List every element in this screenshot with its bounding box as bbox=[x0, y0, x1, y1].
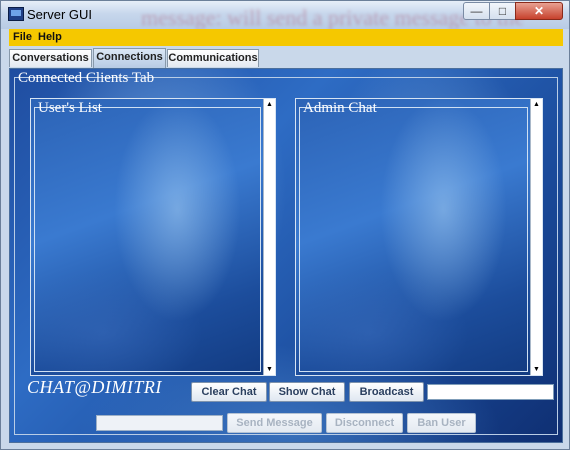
users-list-title: User's List bbox=[38, 100, 102, 116]
close-icon[interactable]: ✕ bbox=[515, 2, 563, 20]
broadcast-input[interactable] bbox=[427, 384, 554, 400]
menu-file[interactable]: File bbox=[13, 31, 32, 43]
scroll-down-icon[interactable]: ▼ bbox=[531, 364, 542, 375]
disconnect-button[interactable]: Disconnect bbox=[326, 413, 403, 433]
tab-communications[interactable]: Communications bbox=[167, 49, 259, 67]
app-monitor-icon bbox=[8, 7, 24, 21]
connections-panel: Connected Clients Tab User's List ▲ ▼ Ad… bbox=[9, 68, 563, 443]
message-input[interactable] bbox=[96, 415, 223, 431]
window-title: Server GUI bbox=[27, 7, 93, 22]
title-bar[interactable]: message: will send a private message to … bbox=[1, 1, 569, 30]
menu-help[interactable]: Help bbox=[38, 31, 62, 43]
tab-conversations[interactable]: Conversations bbox=[9, 49, 92, 67]
clear-chat-button[interactable]: Clear Chat bbox=[191, 382, 267, 402]
scroll-up-icon[interactable]: ▲ bbox=[264, 99, 275, 110]
scroll-up-icon[interactable]: ▲ bbox=[531, 99, 542, 110]
users-list-scrollbar[interactable]: ▲ ▼ bbox=[263, 99, 275, 375]
admin-chat-scrollbar[interactable]: ▲ ▼ bbox=[530, 99, 542, 375]
show-chat-button[interactable]: Show Chat bbox=[269, 382, 345, 402]
ban-user-button[interactable]: Ban User bbox=[407, 413, 476, 433]
admin-chat-title: Admin Chat bbox=[303, 100, 377, 116]
users-list-border bbox=[34, 107, 261, 372]
minimize-icon[interactable]: — bbox=[463, 2, 490, 20]
scroll-down-icon[interactable]: ▼ bbox=[264, 364, 275, 375]
send-message-button[interactable]: Send Message bbox=[227, 413, 322, 433]
server-gui-window: message: will send a private message to … bbox=[0, 0, 570, 450]
broadcast-button[interactable]: Broadcast bbox=[349, 382, 424, 402]
admin-chat-border bbox=[299, 107, 528, 372]
menu-bar: File Help bbox=[9, 29, 563, 46]
maximize-icon[interactable]: □ bbox=[489, 2, 516, 20]
admin-chat-area[interactable]: Admin Chat ▲ ▼ bbox=[295, 98, 543, 376]
tab-strip: Conversations Connections Communications bbox=[9, 48, 563, 68]
brand-label: CHAT@DIMITRI bbox=[27, 377, 162, 397]
panel-title: Connected Clients Tab bbox=[18, 70, 155, 86]
tab-connections[interactable]: Connections bbox=[93, 48, 166, 68]
users-list[interactable]: User's List ▲ ▼ bbox=[30, 98, 276, 376]
